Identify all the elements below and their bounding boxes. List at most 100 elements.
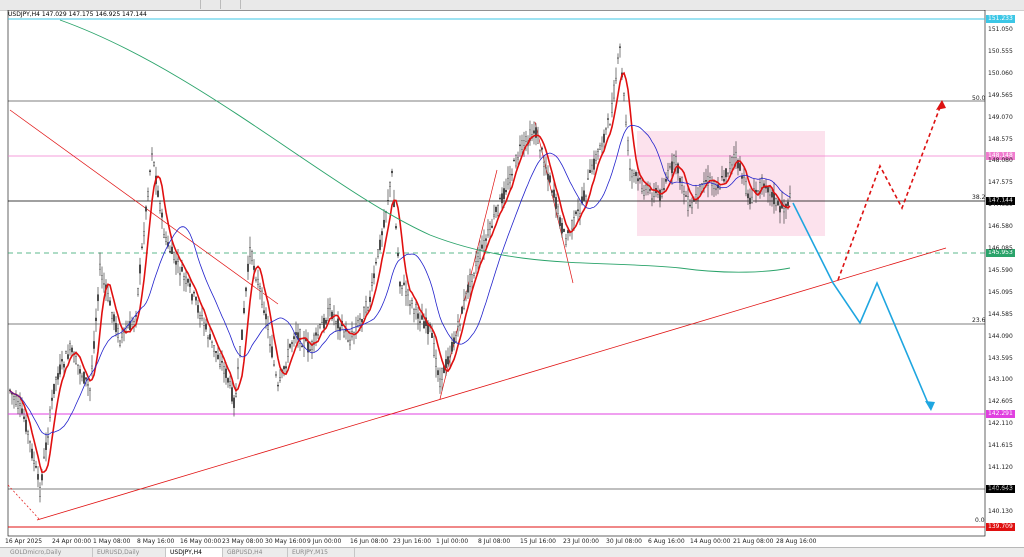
candle-body: [445, 359, 448, 368]
candle-body: [513, 159, 516, 162]
price-axis-label: 147.575: [988, 179, 1013, 187]
candle-body: [361, 319, 364, 323]
time-axis-label: 16 May 00:00: [180, 538, 222, 545]
candle-body: [172, 252, 175, 260]
candle-body: [277, 384, 280, 387]
candle-body: [399, 281, 402, 287]
candle-body: [55, 376, 58, 380]
candle-body: [21, 408, 24, 414]
candle-body: [180, 267, 183, 272]
candle-body: [509, 174, 512, 184]
candle-body: [523, 140, 526, 146]
candle-body: [635, 171, 638, 177]
candle-body: [735, 151, 738, 158]
candle-body: [64, 351, 67, 354]
candle-body: [749, 197, 752, 204]
candle-body: [349, 339, 352, 346]
candle-body: [623, 93, 626, 96]
candle-body: [184, 276, 187, 284]
candle-body: [35, 466, 38, 468]
candle-body: [204, 323, 207, 330]
price-axis-label: 146.085: [988, 245, 1013, 252]
candle-body: [186, 278, 189, 283]
time-axis-label: 15 Jul 16:00: [520, 538, 556, 545]
candle-body: [383, 219, 386, 228]
candle-body: [347, 340, 350, 342]
candle-body: [369, 296, 372, 302]
candle-body: [74, 356, 77, 364]
candle-body: [80, 375, 83, 378]
price-chart[interactable]: [0, 10, 1024, 547]
candle-body: [551, 190, 554, 193]
candle-body: [271, 346, 274, 358]
candle-body: [397, 253, 400, 257]
candle-body: [787, 201, 790, 206]
candle-body: [37, 474, 40, 480]
candle-body: [723, 179, 726, 182]
toolbar-separator: [220, 0, 221, 9]
chart-tab[interactable]: EURJPY,M15: [288, 548, 355, 557]
candle-body: [595, 154, 598, 161]
candle-body: [401, 285, 404, 289]
price-axis-label: 146.580: [988, 223, 1013, 231]
candle-body: [647, 185, 650, 193]
candle-body: [106, 292, 109, 301]
candle-body: [261, 290, 264, 305]
candle-body: [767, 187, 770, 193]
candle-body: [164, 236, 167, 242]
fib-level-38: 38.2: [972, 194, 986, 201]
candle-body: [485, 238, 488, 241]
price-axis-label: 141.120: [988, 464, 1013, 471]
candle-body: [17, 401, 20, 409]
candle-body: [246, 263, 249, 272]
fib-level-23: 23.6: [972, 317, 986, 324]
chart-tab[interactable]: GBPUSD,H4: [223, 548, 288, 557]
price-axis-label: 148.080: [988, 157, 1013, 165]
fib-level-50: 50.0: [972, 95, 986, 102]
candle-body: [150, 153, 153, 155]
candle-body: [547, 173, 550, 180]
candle-body: [33, 460, 36, 464]
candle-body: [645, 184, 648, 190]
chart-tab[interactable]: EURUSD,Daily: [93, 548, 166, 557]
candle-body: [455, 335, 458, 342]
candle-body: [240, 329, 243, 340]
candle-body: [283, 366, 286, 370]
candle-body: [315, 332, 318, 336]
candle-body: [605, 128, 608, 130]
price-axis-label: 145.095: [988, 288, 1013, 296]
candle-body: [214, 351, 217, 353]
candle-body: [571, 219, 574, 230]
candle-body: [559, 217, 562, 227]
chart-tab[interactable]: USDJPY,H4: [166, 548, 223, 557]
candle-body: [669, 166, 672, 168]
candle-body: [465, 291, 468, 294]
candle-body: [493, 214, 496, 217]
candle-body: [387, 200, 390, 202]
candle-body: [158, 203, 161, 212]
candle-body: [769, 186, 772, 196]
candle-body: [561, 222, 564, 234]
candle-body: [451, 342, 454, 352]
candle-body: [727, 172, 730, 175]
candle-body: [303, 338, 306, 347]
candle-body: [84, 377, 87, 380]
chart-area[interactable]: USDJPY,H4 147.029 147.175 146.925 147.14…: [0, 10, 1024, 547]
candle-body: [309, 349, 312, 351]
candle-body: [100, 275, 103, 280]
price-axis-label: 148.575: [988, 135, 1013, 143]
candle-body: [471, 274, 474, 282]
candle-body: [491, 225, 494, 228]
candle-body: [248, 247, 251, 257]
candle-body: [170, 246, 173, 255]
candle-body: [593, 158, 596, 170]
candle-body: [609, 124, 612, 126]
time-axis-label: 9 Jun 00:00: [307, 538, 342, 545]
chart-tab[interactable]: GOLDmicro,Daily: [6, 548, 93, 557]
candle-body: [747, 193, 750, 199]
candle-body: [505, 190, 508, 193]
candle-body: [375, 261, 378, 264]
candle-body: [200, 314, 203, 319]
candle-body: [142, 231, 145, 237]
time-axis-label: 30 May 16:00: [265, 538, 307, 545]
